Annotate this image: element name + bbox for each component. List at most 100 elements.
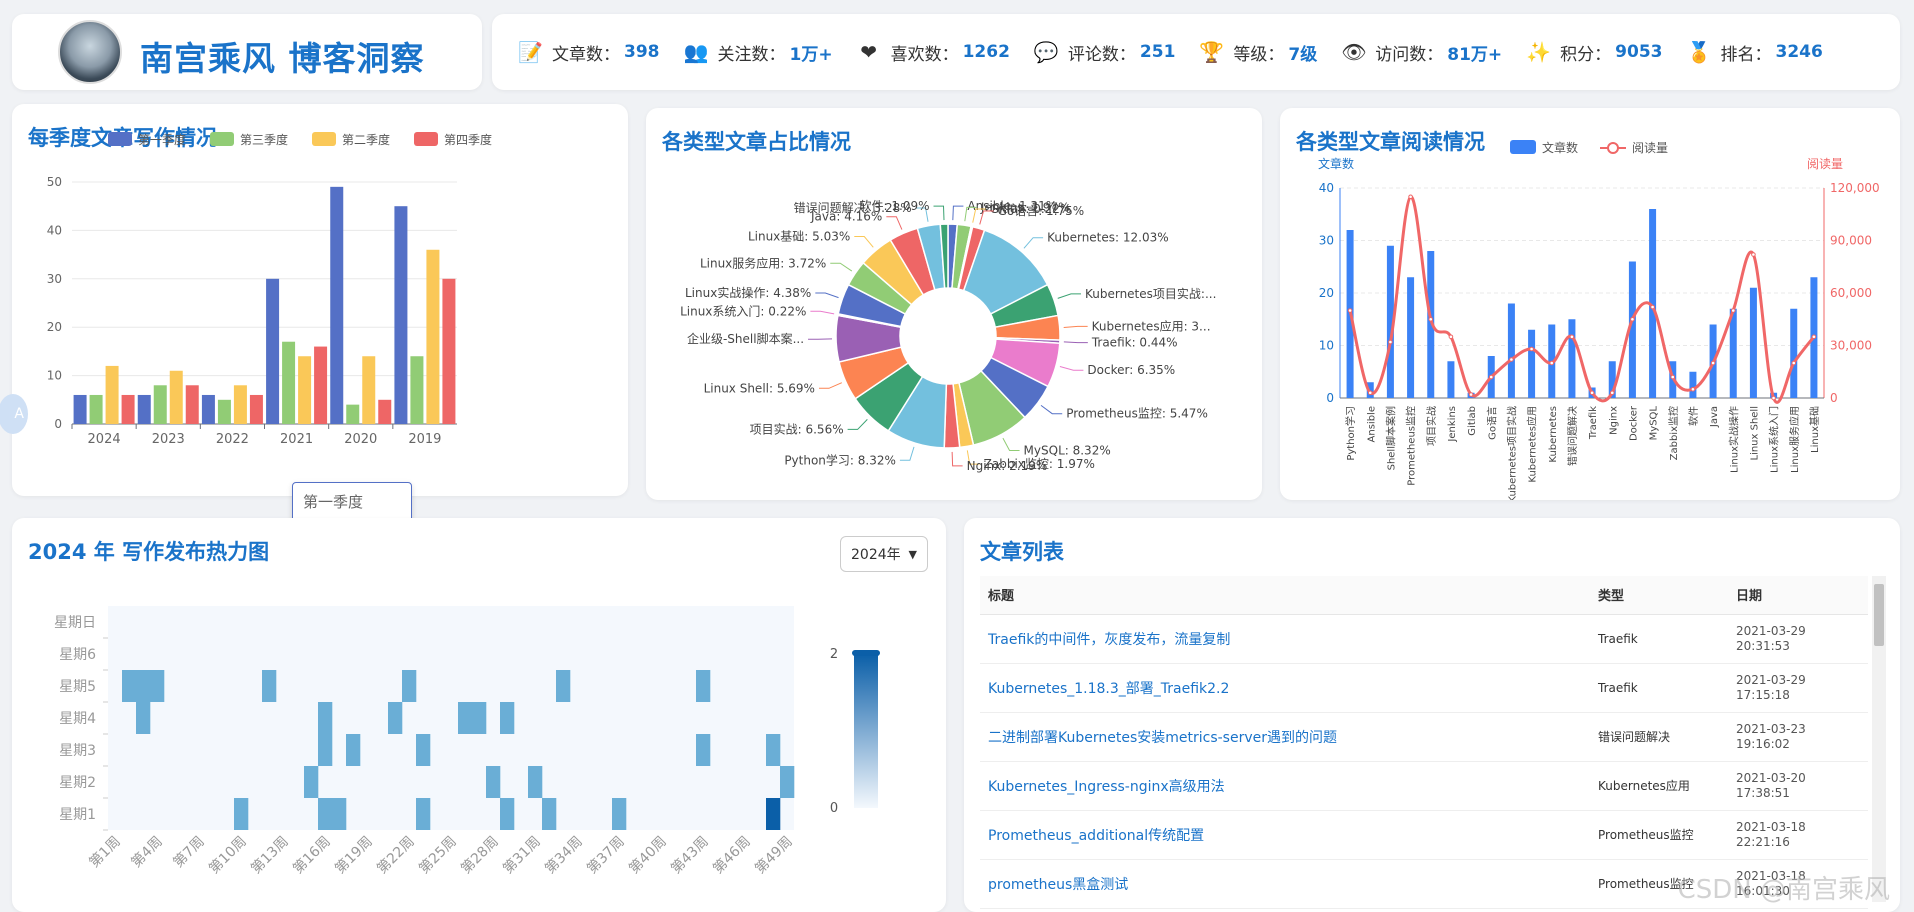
heatmap-cell[interactable] [402,670,417,702]
heatmap-cell[interactable] [780,766,795,798]
heatmap-cell[interactable] [416,798,431,830]
line-point[interactable] [1751,252,1756,257]
heatmap-chart[interactable]: 星期1 星期2 星期3 星期4 星期5 星期6 星期日第1周 第4周 第7周第10周第13周第1… [12,518,946,912]
heatmap-cell[interactable] [318,734,333,766]
heatmap-cell[interactable] [766,734,781,766]
line-point[interactable] [1771,395,1776,401]
article-title-link[interactable]: prometheus黑盒测试 [980,859,1590,909]
legend-label[interactable]: 第一季度 [138,132,186,147]
bar[interactable] [394,206,408,424]
scrollbar-thumb[interactable] [1874,584,1884,646]
line-point[interactable] [1690,386,1696,392]
bar[interactable] [105,365,119,424]
table-row[interactable]: Prometheus_additional传统配置 Prometheus监控 202… [980,810,1868,860]
bar[interactable] [153,385,167,424]
table-row[interactable]: Kubernetes_1.18.3_部署_Traefik2.2 Traefik 20… [980,663,1868,713]
bar[interactable] [89,394,103,424]
avatar[interactable] [58,20,122,84]
bar[interactable] [314,346,328,424]
line-point[interactable] [1549,360,1555,366]
line-point[interactable] [1529,346,1534,352]
read-chart[interactable]: 文章数 阅读量文章数 阅读量0 010 30,00020 60,00030 90,00040… [1280,108,1900,500]
article-title-link[interactable]: Kubernetes_1.18.3_部署_Traefik2.2 [980,663,1590,713]
legend-marker[interactable] [1607,142,1619,154]
line-point[interactable] [1408,194,1413,200]
heatmap-cell[interactable] [388,702,403,734]
legend-swatch[interactable] [414,132,438,146]
bar[interactable] [330,186,344,424]
bar[interactable] [1507,303,1515,399]
table-row[interactable]: Kubernetes_Ingress-nginx高级用法 Kubernetes应用… [980,761,1868,811]
table-row[interactable]: Traefik的中间件，灰度发布，流量复制 Traefik 2021-03-29 2… [980,614,1868,664]
legend-swatch[interactable] [108,132,132,146]
bar[interactable] [217,399,231,424]
line-point[interactable] [1670,374,1676,380]
heatmap-cell[interactable] [304,766,319,798]
bar[interactable] [201,394,215,424]
bar[interactable] [266,278,280,424]
bar[interactable] [1790,308,1798,398]
heatmap-cell[interactable] [696,670,711,702]
bar[interactable] [442,278,456,424]
heatmap-cell[interactable] [346,734,361,766]
heatmap-cell[interactable] [486,766,501,798]
line-point[interactable] [1347,308,1353,313]
heatmap-cell[interactable] [500,798,515,830]
heatmap-cell[interactable] [458,702,473,734]
heatmap-cell[interactable] [612,798,627,830]
line-point[interactable] [1609,390,1615,396]
bar[interactable] [137,394,151,424]
bar[interactable] [426,249,440,424]
bar[interactable] [1407,277,1415,398]
bar[interactable] [1729,308,1737,398]
article-title-link[interactable]: Traefik的中间件，灰度发布，流量复制 [980,614,1590,664]
heatmap-cell[interactable] [122,670,137,702]
bar[interactable] [362,356,376,424]
heatmap-cell[interactable] [542,798,557,830]
quarter-chart[interactable]: 第一季度 第三季度 第二季度 第四季度 0 10 20 30 40 50 2024 2023 2022 2… [12,104,628,496]
line-point[interactable] [1791,360,1797,366]
category-pie-chart[interactable]: Ansible: 1.31%Jenkins: 1.97%Gitlab: 0.22… [646,108,1262,500]
line-point[interactable] [1448,334,1454,340]
line-point[interactable] [1811,334,1817,340]
heatmap-cell[interactable] [416,734,431,766]
bar[interactable] [121,394,135,424]
bar[interactable] [1749,287,1757,398]
line-point[interactable] [1488,374,1494,380]
heatmap-cell[interactable] [556,670,571,702]
bar[interactable] [233,385,247,424]
article-title-link[interactable]: Prometheus_additional传统配置 [980,810,1590,860]
table-row[interactable]: 二进制部署Kubernetes安装metrics-server遇到的问题 错误问题… [980,712,1868,762]
line-point[interactable] [1650,304,1655,310]
bar[interactable] [346,404,360,424]
heatmap-cell[interactable] [528,766,543,798]
heatmap-cell[interactable] [332,798,347,830]
article-title-link[interactable]: 二进制部署Kubernetes安装metrics-server遇到的问题 [980,712,1590,762]
heatmap-cell[interactable] [136,670,151,702]
legend-label[interactable]: 文章数 [1542,140,1578,155]
bar[interactable] [73,394,87,424]
heatmap-cell[interactable] [472,702,487,734]
header-date[interactable]: 日期 [1728,576,1868,615]
heatmap-cell[interactable] [262,670,277,702]
line-point[interactable] [1569,334,1575,340]
bar[interactable] [410,356,424,424]
legend-label[interactable]: 第三季度 [240,132,288,147]
visual-map-bar[interactable] [854,654,878,808]
line-point[interactable] [1468,392,1474,397]
legend-label[interactable]: 第四季度 [444,132,492,147]
legend-label[interactable]: 阅读量 [1632,141,1668,155]
heatmap-cell[interactable] [318,798,333,830]
bar[interactable] [1447,361,1455,398]
line-point[interactable] [1630,316,1635,322]
table-scrollbar[interactable] [1872,576,1886,902]
heatmap-cell[interactable] [234,798,249,830]
bar[interactable] [1528,329,1536,398]
legend-swatch[interactable] [1510,140,1536,154]
line-point[interactable] [1710,360,1716,366]
bar[interactable] [282,341,296,424]
bar[interactable] [1568,319,1576,398]
line-point[interactable] [1388,339,1393,345]
bar[interactable] [169,370,183,424]
bar[interactable] [249,394,263,424]
